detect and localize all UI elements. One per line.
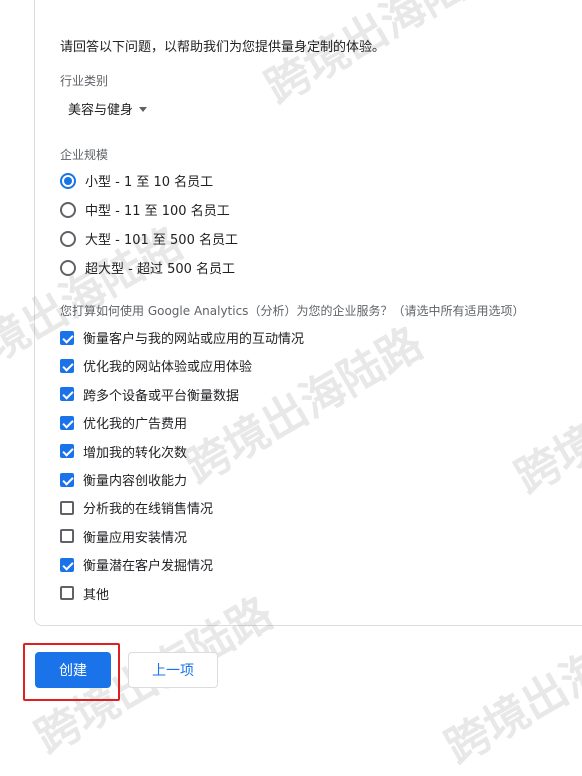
checkbox[interactable]: [60, 500, 74, 515]
industry-value: 美容与健身: [68, 103, 134, 118]
company-size-label: 企业规模: [60, 148, 109, 162]
usage-option[interactable]: 增加我的转化次数: [60, 442, 187, 461]
usage-option[interactable]: 衡量应用安装情况: [60, 527, 187, 546]
checkbox[interactable]: [60, 330, 74, 345]
usage-label: 您打算如何使用 Google Analytics（分析）为您的企业服务？（请选中…: [60, 304, 525, 318]
previous-button[interactable]: 上一项: [128, 652, 218, 688]
usage-option[interactable]: 优化我的网站体验或应用体验: [60, 356, 252, 375]
checkbox[interactable]: [60, 586, 74, 601]
usage-option-label: 衡量潜在客户发掘情况: [83, 559, 214, 575]
company-size-option[interactable]: 超大型 - 超过 500 名员工: [60, 258, 235, 277]
radio-button[interactable]: [60, 201, 76, 218]
usage-option[interactable]: 衡量客户与我的网站或应用的互动情况: [60, 328, 304, 347]
usage-option-label: 衡量应用安装情况: [83, 530, 188, 546]
usage-option-label: 优化我的网站体验或应用体验: [83, 360, 253, 376]
usage-option-label: 增加我的转化次数: [83, 445, 188, 461]
usage-option-label: 跨多个设备或平台衡量数据: [83, 388, 240, 404]
checkbox[interactable]: [60, 472, 74, 487]
usage-option-label: 衡量内容创收能力: [83, 474, 188, 489]
usage-option[interactable]: 衡量内容创收能力: [60, 470, 187, 489]
caret-down-icon: [139, 107, 148, 112]
usage-option-label: 衡量客户与我的网站或应用的互动情况: [83, 332, 305, 347]
radio-button[interactable]: [60, 230, 76, 247]
checkbox[interactable]: [60, 415, 74, 430]
company-size-option[interactable]: 大型 - 101 至 500 名员工: [60, 229, 238, 248]
company-size-option-label: 中型 - 11 至 100 名员工: [85, 204, 230, 219]
industry-dropdown[interactable]: 美容与健身: [68, 99, 148, 118]
industry-label: 行业类别: [60, 74, 109, 88]
checkbox[interactable]: [60, 529, 74, 544]
company-size-option-label: 小型 - 1 至 10 名员工: [85, 175, 214, 190]
checkbox[interactable]: [60, 444, 74, 459]
radio-button[interactable]: [60, 259, 76, 276]
checkbox[interactable]: [60, 387, 74, 402]
intro-text: 请回答以下问题，以帮助我们为您提供量身定制的体验。: [60, 40, 386, 55]
usage-option-label: 其他: [83, 587, 110, 603]
radio-button[interactable]: [60, 172, 76, 189]
usage-option-label: 优化我的广告费用: [83, 417, 188, 433]
checkbox[interactable]: [60, 358, 74, 373]
company-size-option[interactable]: 小型 - 1 至 10 名员工: [60, 171, 213, 190]
company-size-option-label: 大型 - 101 至 500 名员工: [85, 233, 238, 248]
usage-option[interactable]: 其他: [60, 584, 109, 603]
company-size-option[interactable]: 中型 - 11 至 100 名员工: [60, 200, 230, 219]
create-button[interactable]: 创建: [35, 652, 111, 688]
usage-option-label: 分析我的在线销售情况: [83, 502, 214, 518]
usage-option[interactable]: 衡量潜在客户发掘情况: [60, 555, 213, 574]
company-size-option-label: 超大型 - 超过 500 名员工: [85, 262, 236, 277]
usage-option[interactable]: 优化我的广告费用: [60, 413, 187, 432]
usage-option[interactable]: 跨多个设备或平台衡量数据: [60, 385, 239, 404]
checkbox[interactable]: [60, 557, 74, 572]
usage-option[interactable]: 分析我的在线销售情况: [60, 498, 213, 517]
